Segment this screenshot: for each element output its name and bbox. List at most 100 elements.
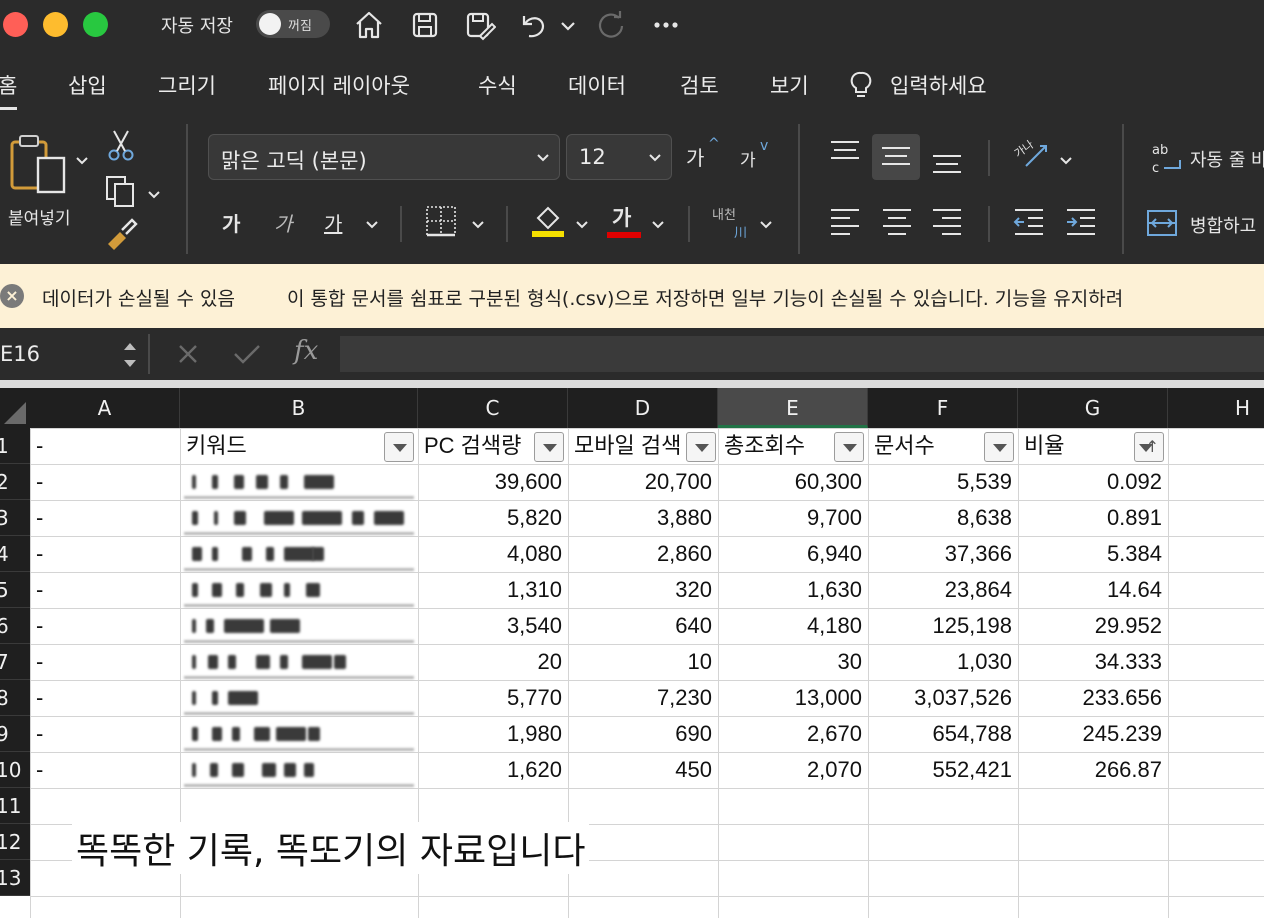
phonetic-button[interactable]: 내천	[712, 204, 736, 223]
paste-button[interactable]	[10, 132, 72, 214]
cell-e3[interactable]: 9,700	[718, 500, 868, 536]
cell-c9[interactable]: 1,980	[418, 716, 568, 752]
tab-home[interactable]: 홈	[0, 70, 18, 110]
borders-icon[interactable]	[424, 204, 458, 242]
cell-f6[interactable]: 125,198	[868, 608, 1018, 644]
format-painter-icon[interactable]	[104, 216, 138, 254]
filter-dropdown-c[interactable]	[534, 432, 564, 462]
cell-a5[interactable]: -	[30, 572, 180, 608]
tab-insert[interactable]: 삽입	[68, 70, 107, 100]
row-header[interactable]: 3	[0, 500, 30, 536]
row-header[interactable]: 9	[0, 716, 30, 752]
redacted-keyword-cell[interactable]	[184, 575, 414, 607]
cell-c6[interactable]: 3,540	[418, 608, 568, 644]
redacted-keyword-cell[interactable]	[184, 611, 414, 643]
cell-d3[interactable]: 3,880	[568, 500, 718, 536]
minimize-window-button[interactable]	[43, 12, 68, 37]
decrease-indent-icon[interactable]	[1012, 206, 1046, 240]
formula-input[interactable]	[340, 336, 1264, 372]
cell-g9[interactable]: 245.239	[1018, 716, 1168, 752]
copy-dropdown-chevron-icon[interactable]	[146, 186, 162, 205]
sort-filter-dropdown-g[interactable]: ↑	[1134, 432, 1164, 462]
cell-c1[interactable]: PC 검색량	[418, 428, 532, 464]
cut-icon[interactable]	[106, 128, 136, 168]
cell-e8[interactable]: 13,000	[718, 680, 868, 716]
cell-d2[interactable]: 20,700	[568, 464, 718, 500]
confirm-entry-icon[interactable]	[232, 342, 262, 370]
increase-indent-icon[interactable]	[1064, 206, 1098, 240]
cell-e2[interactable]: 60,300	[718, 464, 868, 500]
row-header[interactable]: 10	[0, 752, 30, 788]
save-icon[interactable]	[408, 8, 442, 42]
column-header-a[interactable]: A	[30, 388, 180, 428]
orientation-dropdown-chevron-icon[interactable]	[1058, 152, 1074, 171]
cell-g1[interactable]: 비율	[1018, 428, 1132, 464]
shrink-font-button[interactable]: 가	[740, 146, 756, 171]
filter-dropdown-d[interactable]	[686, 432, 716, 462]
paste-dropdown-chevron-icon[interactable]	[74, 152, 90, 171]
cell-e10[interactable]: 2,070	[718, 752, 868, 788]
align-left-icon[interactable]	[828, 206, 862, 240]
redacted-keyword-cell[interactable]	[184, 647, 414, 679]
dismiss-warning-icon[interactable]: ×	[0, 284, 24, 308]
copy-icon[interactable]	[104, 174, 138, 212]
cell-g2[interactable]: 0.092	[1018, 464, 1168, 500]
cell-c3[interactable]: 5,820	[418, 500, 568, 536]
italic-button[interactable]: 가	[274, 208, 292, 237]
column-header-g[interactable]: G	[1018, 388, 1168, 428]
undo-icon[interactable]	[516, 8, 550, 42]
cell-d1[interactable]: 모바일 검색	[568, 428, 686, 464]
cell-d5[interactable]: 320	[568, 572, 718, 608]
cell-a6[interactable]: -	[30, 608, 180, 644]
redacted-keyword-cell[interactable]	[184, 719, 414, 751]
filter-dropdown-f[interactable]	[984, 432, 1014, 462]
cell-f5[interactable]: 23,864	[868, 572, 1018, 608]
row-header[interactable]: 5	[0, 572, 30, 608]
cell-e5[interactable]: 1,630	[718, 572, 868, 608]
font-size-dropdown[interactable]: 12	[566, 134, 672, 180]
cell-d10[interactable]: 450	[568, 752, 718, 788]
cell-a9[interactable]: -	[30, 716, 180, 752]
row-header[interactable]: 1	[0, 428, 30, 464]
align-top-icon[interactable]	[828, 138, 862, 172]
redacted-keyword-cell[interactable]	[184, 467, 414, 499]
tab-page-layout[interactable]: 페이지 레이아웃	[268, 70, 410, 100]
autosave-toggle[interactable]: 꺼짐	[256, 10, 330, 38]
tab-draw[interactable]: 그리기	[158, 70, 216, 100]
align-right-icon[interactable]	[930, 206, 964, 240]
wrap-text-button[interactable]: 자동 줄 바꿈	[1190, 146, 1264, 172]
row-header[interactable]: 4	[0, 536, 30, 572]
phonetic-dropdown-chevron-icon[interactable]	[758, 216, 774, 235]
cell-c10[interactable]: 1,620	[418, 752, 568, 788]
cell-c2[interactable]: 39,600	[418, 464, 568, 500]
cell-f2[interactable]: 5,539	[868, 464, 1018, 500]
align-center-icon[interactable]	[880, 206, 914, 240]
cell-d8[interactable]: 7,230	[568, 680, 718, 716]
insert-function-icon[interactable]: fx	[294, 336, 318, 366]
bold-button[interactable]: 가	[222, 208, 240, 237]
font-color-button[interactable]: 가	[612, 202, 631, 232]
cell-e6[interactable]: 4,180	[718, 608, 868, 644]
row-header[interactable]: 13	[0, 860, 30, 896]
close-window-button[interactable]	[3, 12, 28, 37]
cell-e4[interactable]: 6,940	[718, 536, 868, 572]
cell-f10[interactable]: 552,421	[868, 752, 1018, 788]
redacted-keyword-cell[interactable]	[184, 539, 414, 571]
row-header[interactable]: 6	[0, 608, 30, 644]
column-header-c[interactable]: C	[418, 388, 568, 428]
grow-font-button[interactable]: 가	[686, 142, 704, 171]
maximize-window-button[interactable]	[83, 12, 108, 37]
cell-a1[interactable]: -	[30, 428, 180, 464]
select-all-button[interactable]	[0, 388, 30, 428]
text-orientation-icon[interactable]: 가나	[1012, 136, 1052, 176]
cell-a4[interactable]: -	[30, 536, 180, 572]
cell-a7[interactable]: -	[30, 644, 180, 680]
tell-me-search[interactable]: 입력하세요	[890, 70, 987, 100]
align-middle-button[interactable]	[872, 134, 920, 180]
cell-g7[interactable]: 34.333	[1018, 644, 1168, 680]
underline-dropdown-chevron-icon[interactable]	[364, 216, 380, 235]
name-box-stepper-icon[interactable]	[120, 338, 140, 372]
cell-e9[interactable]: 2,670	[718, 716, 868, 752]
align-bottom-icon[interactable]	[930, 146, 964, 180]
row-header[interactable]: 12	[0, 824, 30, 860]
